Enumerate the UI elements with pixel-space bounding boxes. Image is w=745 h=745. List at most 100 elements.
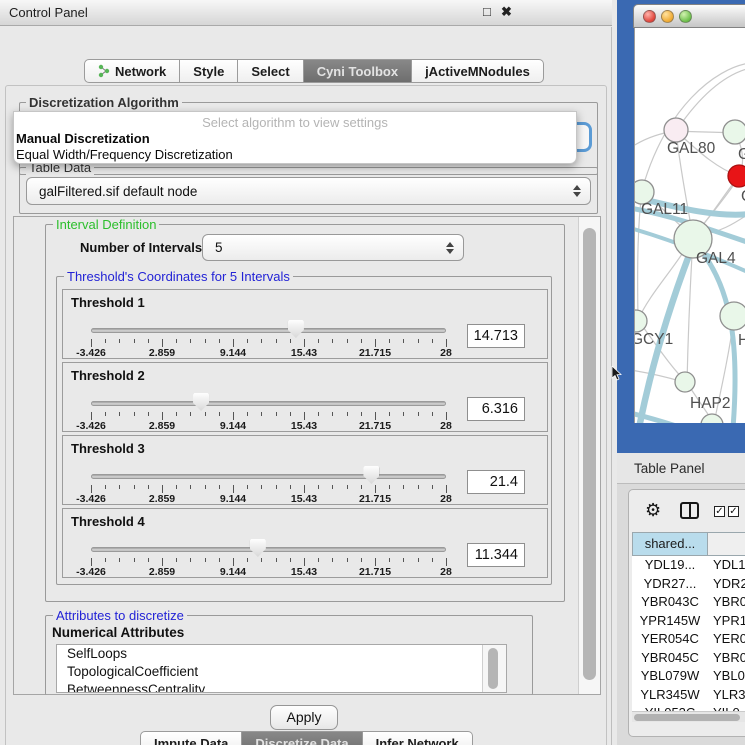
cell-shared-name[interactable]: YLR345W — [632, 686, 708, 705]
attribute-list-item[interactable]: BetweennessCentrality — [57, 681, 506, 693]
cell-shared-name[interactable]: YBL079W — [632, 667, 708, 686]
node-hap2[interactable] — [675, 372, 695, 392]
table-panel-title: Table Panel — [634, 461, 705, 476]
table-hscrollbar-thumb[interactable] — [634, 714, 740, 721]
network-window-titlebar[interactable] — [633, 4, 745, 28]
table-row[interactable]: YER054CYER0 — [632, 630, 745, 649]
column-header-shared-name[interactable]: shared... — [632, 532, 708, 556]
node-red-selected[interactable] — [728, 165, 745, 187]
cell-shared-name[interactable]: YER054C — [632, 630, 708, 649]
cell-shared-name[interactable]: YBR045C — [632, 649, 708, 668]
checkbox-icon[interactable]: ✓ — [728, 506, 739, 517]
zoom-traffic-light-icon[interactable] — [679, 10, 692, 23]
attribute-list-item[interactable]: SelfLoops — [57, 645, 506, 663]
bottom-tab-impute-data[interactable]: Impute Data — [140, 731, 242, 745]
table-row[interactable]: YBR043CYBR0 — [632, 593, 745, 612]
algorithm-option[interactable]: Manual Discretization — [14, 130, 576, 146]
slider-tick-label: 15.43 — [274, 420, 334, 432]
network-canvas[interactable]: GAL80GAGAL11CGAL4GCY1HHAP2 — [634, 28, 745, 423]
node-gcy1[interactable] — [635, 310, 647, 332]
tab-cyni-toolbox[interactable]: Cyni Toolbox — [304, 59, 412, 83]
slider-tick-label: 21.715 — [345, 347, 405, 359]
threshold-slider-track[interactable] — [91, 547, 446, 552]
threshold-slider-thumb[interactable] — [363, 466, 379, 484]
threshold-slider-thumb[interactable] — [193, 393, 209, 411]
table-horizontal-scrollbar[interactable] — [632, 711, 745, 722]
threshold-value-field[interactable]: 21.4 — [467, 470, 525, 494]
close-window-icon[interactable]: ✖ — [501, 4, 512, 20]
cell-shared-name[interactable]: YBR043C — [632, 593, 708, 612]
tab-style[interactable]: Style — [180, 59, 238, 83]
node-top-right[interactable] — [723, 120, 745, 144]
threshold-value-field[interactable]: 11.344 — [467, 543, 525, 567]
mouse-cursor-icon — [611, 366, 623, 382]
split-columns-icon[interactable] — [680, 502, 699, 519]
table-row[interactable]: YLR345WYLR3 — [632, 686, 745, 705]
algorithm-option[interactable]: Equal Width/Frequency Discretization — [14, 146, 576, 162]
cell-shared-name[interactable]: YIL052C — [632, 704, 708, 711]
column-header-name[interactable]: n — [708, 532, 745, 556]
table-row[interactable]: YDR27...YDR2 — [632, 575, 745, 594]
numerical-attributes-label: Numerical Attributes — [52, 625, 184, 640]
cell-shared-name[interactable]: YDR27... — [632, 575, 708, 594]
threshold-slider-track[interactable] — [91, 328, 446, 333]
cell-shared-name[interactable]: YPR145W — [632, 612, 708, 631]
attribute-list-item[interactable]: TopologicalCoefficient — [57, 663, 506, 681]
node-label: HAP2 — [690, 395, 731, 412]
cell-name[interactable]: YIL0 — [708, 704, 745, 711]
tab-jactivemnodules[interactable]: jActiveMNodules — [412, 59, 544, 83]
threshold-value-field[interactable]: 6.316 — [467, 397, 525, 421]
attributes-scrollbar-thumb[interactable] — [488, 648, 498, 689]
bottom-tab-infer-network[interactable]: Infer Network — [363, 731, 473, 745]
threshold-label: Threshold 1 — [71, 295, 145, 310]
threshold-slider-track[interactable] — [91, 401, 446, 406]
table-row[interactable]: YIL052CYIL0 — [632, 704, 745, 711]
attributes-scrollbar[interactable] — [482, 645, 506, 692]
node-gal80[interactable] — [664, 118, 688, 142]
table-row[interactable]: YPR145WYPR1 — [632, 612, 745, 631]
minimize-traffic-light-icon[interactable] — [661, 10, 674, 23]
settings-scrollbar-thumb[interactable] — [583, 228, 596, 680]
tab-label: Cyni Toolbox — [317, 64, 398, 79]
tab-network[interactable]: Network — [84, 59, 180, 83]
node-h[interactable] — [720, 302, 745, 330]
checkbox-icon[interactable]: ✓ — [714, 506, 725, 517]
settings-vertical-scrollbar[interactable] — [578, 217, 600, 694]
interval-definition-group-title: Interval Definition — [53, 217, 159, 232]
cell-name[interactable]: YBL0 — [708, 667, 745, 686]
threshold-slider-track[interactable] — [91, 474, 446, 479]
float-window-icon[interactable]: □ — [483, 4, 491, 19]
threshold-slider-thumb[interactable] — [288, 320, 304, 338]
cell-name[interactable]: YBR0 — [708, 649, 745, 668]
apply-button[interactable]: Apply — [270, 705, 338, 730]
node-label: H — [738, 332, 745, 349]
node-bottom[interactable] — [701, 414, 723, 423]
table-row[interactable]: YBL079WYBL0 — [632, 667, 745, 686]
cell-name[interactable]: YPR1 — [708, 612, 745, 631]
cell-name[interactable]: YDL1 — [708, 556, 745, 575]
gear-icon[interactable]: ⚙ — [645, 500, 661, 521]
close-traffic-light-icon[interactable] — [643, 10, 656, 23]
table-data-combobox[interactable]: galFiltered.sif default node — [26, 177, 591, 205]
threshold-value-field[interactable]: 14.713 — [467, 324, 525, 348]
numerical-attributes-list[interactable]: SelfLoopsTopologicalCoefficientBetweenne… — [56, 644, 507, 693]
cell-name[interactable]: YER0 — [708, 630, 745, 649]
tab-label: Network — [115, 64, 166, 79]
algorithm-dropdown-hint[interactable]: Select algorithm to view settings — [14, 115, 576, 130]
cell-name[interactable]: YLR3 — [708, 686, 745, 705]
cell-name[interactable]: YDR2 — [708, 575, 745, 594]
slider-tick-label: 2.859 — [132, 420, 192, 432]
tab-select[interactable]: Select — [238, 59, 303, 83]
node-attribute-table[interactable]: shared... n YDL19...YDL1YDR27...YDR2YBR0… — [632, 532, 745, 711]
threshold-slider-thumb[interactable] — [250, 539, 266, 557]
num-intervals-combobox[interactable]: 5 — [202, 234, 464, 261]
combo-stepper-icon — [446, 242, 454, 254]
tab-label: Style — [193, 64, 224, 79]
cell-shared-name[interactable]: YDL19... — [632, 556, 708, 575]
threshold-panel: Threshold 4 11.344 -3.4262.8599.14415.43… — [62, 508, 548, 578]
bottom-tab-discretize-data[interactable]: Discretize Data — [242, 731, 362, 745]
table-row[interactable]: YDL19...YDL1 — [632, 556, 745, 575]
slider-tick-label: 9.144 — [203, 420, 263, 432]
cell-name[interactable]: YBR0 — [708, 593, 745, 612]
table-row[interactable]: YBR045CYBR0 — [632, 649, 745, 668]
